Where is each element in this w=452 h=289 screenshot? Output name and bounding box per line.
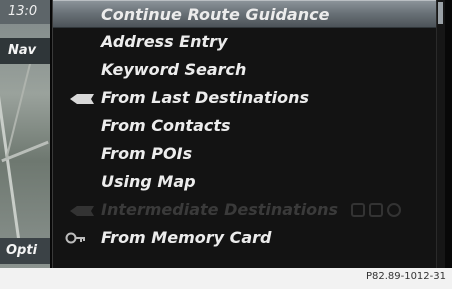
mode-icon — [369, 203, 383, 217]
menu-item-address-entry[interactable]: Address Entry — [53, 28, 445, 56]
menu-item-label: Keyword Search — [101, 60, 247, 79]
menu-item-intermediate-destinations: Intermediate Destinations — [53, 196, 445, 224]
nav-tab[interactable]: Nav — [0, 38, 50, 64]
destination-menu: Continue Route Guidance Address Entry Ke… — [52, 0, 445, 268]
menu-scrollbar[interactable] — [436, 0, 445, 268]
menu-item-label: From Memory Card — [101, 228, 272, 247]
flag-icon — [70, 94, 94, 104]
menu-item-label: Continue Route Guidance — [101, 5, 330, 24]
menu-item-keyword-search[interactable]: Keyword Search — [53, 56, 445, 84]
menu-item-from-memory-card[interactable]: From Memory Card — [53, 224, 445, 252]
menu-item-continue-route-guidance[interactable]: Continue Route Guidance — [53, 0, 445, 28]
menu-item-label: From POIs — [101, 144, 193, 163]
menu-item-label: Using Map — [101, 172, 196, 191]
search-icon — [387, 203, 401, 217]
menu-item-label: From Contacts — [101, 116, 231, 135]
menu-item-from-last-destinations[interactable]: From Last Destinations — [53, 84, 445, 112]
map-strip[interactable]: 13:0 Nav Opti — [0, 0, 50, 268]
clock-time: 13:0 — [0, 0, 50, 24]
menu-item-label: From Last Destinations — [101, 88, 310, 107]
menu-item-from-contacts[interactable]: From Contacts — [53, 112, 445, 140]
flag-icon — [70, 206, 94, 216]
menu-item-label: Address Entry — [101, 32, 228, 51]
mode-icon — [351, 203, 365, 217]
menu-item-from-pois[interactable]: From POIs — [53, 140, 445, 168]
scrollbar-thumb[interactable] — [438, 2, 443, 24]
menu-item-label: Intermediate Destinations — [101, 200, 339, 219]
memory-card-icon — [65, 232, 85, 244]
figure-code: P82.89-1012-31 — [365, 271, 446, 282]
head-unit-screen: 13:0 Nav Opti Continue Route Guidance Ad… — [0, 0, 452, 268]
options-tab[interactable]: Opti — [0, 238, 50, 264]
menu-item-using-map[interactable]: Using Map — [53, 168, 445, 196]
